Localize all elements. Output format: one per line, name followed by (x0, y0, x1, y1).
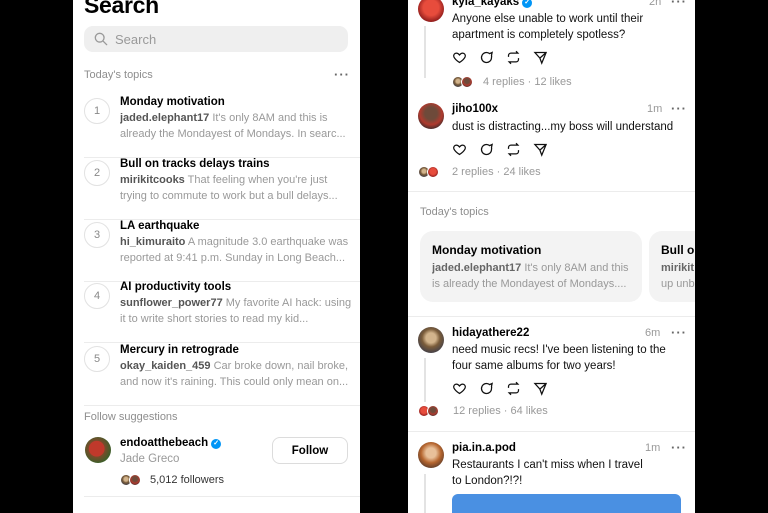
post-actions (452, 50, 548, 65)
topic-rank: 3 (84, 222, 110, 248)
replier-avatar (427, 405, 439, 417)
feed-panel: kyia_kayaks ✓ 2h ··· Anyone else unable t… (408, 0, 695, 513)
todays-topics-label: Today's topics (84, 69, 153, 81)
more-icon[interactable]: ··· (334, 67, 350, 82)
verified-icon: ✓ (522, 0, 533, 8)
search-input[interactable]: Search (84, 26, 348, 52)
avatar[interactable] (418, 103, 444, 129)
topic-user: mirikitcooks (120, 174, 185, 186)
followers-count: 5,012 followers (150, 474, 224, 486)
post-text: dust is distracting...my boss will under… (452, 121, 674, 133)
todays-topics-label: Today's topics (420, 206, 489, 218)
topic-preview: sunflower_power77 My favorite AI hack: u… (120, 297, 352, 325)
post-username[interactable]: kyia_kayaks ✓ (452, 0, 533, 8)
comment-icon[interactable] (479, 381, 494, 396)
post-time: 1m (645, 442, 661, 454)
share-icon[interactable] (533, 142, 548, 157)
post-actions (452, 142, 548, 157)
post-text: Restaurants I can't miss when I travel t… (452, 459, 643, 487)
thread-line (424, 358, 426, 402)
share-icon[interactable] (533, 50, 548, 65)
heart-icon[interactable] (452, 381, 467, 396)
replier-avatar (427, 166, 439, 178)
more-icon[interactable]: ··· (671, 325, 687, 340)
topic-item[interactable]: 3 LA earthquake hi_kimuraito A magnitude… (84, 220, 360, 282)
comment-icon[interactable] (479, 142, 494, 157)
topic-card-preview: mirikit up unb (661, 262, 695, 290)
topic-card-title: Bull on (661, 243, 695, 257)
suggested-display-name: Jade Greco (120, 453, 180, 465)
topic-rank: 2 (84, 160, 110, 186)
topic-rank: 4 (84, 283, 110, 309)
post-username[interactable]: jiho100x (452, 103, 498, 115)
repost-icon[interactable] (506, 381, 521, 396)
topic-title: Bull on tracks delays trains (120, 158, 270, 170)
divider (408, 316, 695, 317)
more-icon[interactable]: ··· (671, 440, 687, 455)
follower-avatar (129, 474, 141, 486)
topic-preview: jaded.elephant17 It's only 8AM and this … (120, 112, 346, 140)
post-username[interactable]: pia.in.a.pod (452, 442, 516, 454)
topic-item[interactable]: 2 Bull on tracks delays trains mirikitco… (84, 158, 360, 220)
thread-line (424, 26, 426, 78)
topic-title: Monday motivation (120, 96, 225, 108)
post-time: 1m (647, 103, 663, 115)
topic-preview: okay_kaiden_459 Car broke down, nail bro… (120, 360, 349, 388)
replier-avatar (461, 76, 473, 88)
heart-icon[interactable] (452, 50, 467, 65)
topic-card-title: Monday motivation (432, 243, 542, 257)
topic-card[interactable]: Monday motivation jaded.elephant17 It's … (420, 231, 642, 302)
post-text: need music recs! I've been listening to … (452, 344, 666, 372)
post-meta[interactable]: 12 replies · 64 likes (453, 405, 548, 417)
topic-card-preview: jaded.elephant17 It's only 8AM and this … (432, 262, 629, 290)
more-icon[interactable]: ··· (671, 0, 687, 9)
heart-icon[interactable] (452, 142, 467, 157)
avatar[interactable] (85, 437, 111, 463)
search-placeholder: Search (115, 31, 157, 47)
more-icon[interactable]: ··· (671, 101, 687, 116)
post-time: 2h (649, 0, 662, 8)
post-text: Anyone else unable to work until their a… (452, 13, 644, 41)
search-panel: Search Search Today's topics ··· 1 Monda… (73, 0, 360, 513)
follow-suggestions-label: Follow suggestions (84, 411, 178, 423)
avatar[interactable] (418, 0, 444, 22)
thread-line (424, 474, 426, 513)
divider (84, 496, 360, 497)
divider (408, 191, 695, 192)
topic-user: okay_kaiden_459 (120, 360, 211, 372)
repost-icon[interactable] (506, 50, 521, 65)
verified-icon: ✓ (211, 439, 222, 449)
post-time: 6m (645, 327, 661, 339)
comment-icon[interactable] (479, 50, 494, 65)
post-meta[interactable]: 4 replies · 12 likes (483, 76, 572, 88)
avatar[interactable] (418, 442, 444, 468)
topic-user: hi_kimuraito (120, 236, 186, 248)
divider (408, 431, 695, 432)
search-icon (94, 32, 108, 46)
topic-preview: hi_kimuraito A magnitude 3.0 earthquake … (120, 236, 349, 264)
topic-item[interactable]: 4 AI productivity tools sunflower_power7… (84, 281, 360, 343)
avatar[interactable] (418, 327, 444, 353)
topic-card[interactable]: Bull on mirikitup unb (649, 231, 695, 302)
share-icon[interactable] (533, 381, 548, 396)
topic-title: Mercury in retrograde (120, 344, 239, 356)
page-title: Search (84, 0, 159, 18)
post-media[interactable] (452, 494, 681, 513)
post-username[interactable]: hidayathere22 (452, 327, 529, 339)
suggested-user[interactable]: endoatthebeach ✓ (120, 437, 222, 449)
topic-rank: 1 (84, 98, 110, 124)
repost-icon[interactable] (506, 142, 521, 157)
post-meta[interactable]: 2 replies · 24 likes (452, 166, 541, 178)
topic-title: LA earthquake (120, 220, 200, 232)
topic-title: AI productivity tools (120, 281, 232, 293)
post-actions (452, 381, 548, 396)
topic-user: jaded.elephant17 (120, 112, 210, 124)
topic-item[interactable]: 5 Mercury in retrograde okay_kaiden_459 … (84, 344, 360, 406)
topic-item[interactable]: 1 Monday motivation jaded.elephant17 It'… (84, 96, 360, 158)
topic-user: sunflower_power77 (120, 297, 223, 309)
topic-preview: mirikitcooks That feeling when you're ju… (120, 174, 338, 202)
follow-button[interactable]: Follow (272, 437, 348, 464)
topic-rank: 5 (84, 346, 110, 372)
